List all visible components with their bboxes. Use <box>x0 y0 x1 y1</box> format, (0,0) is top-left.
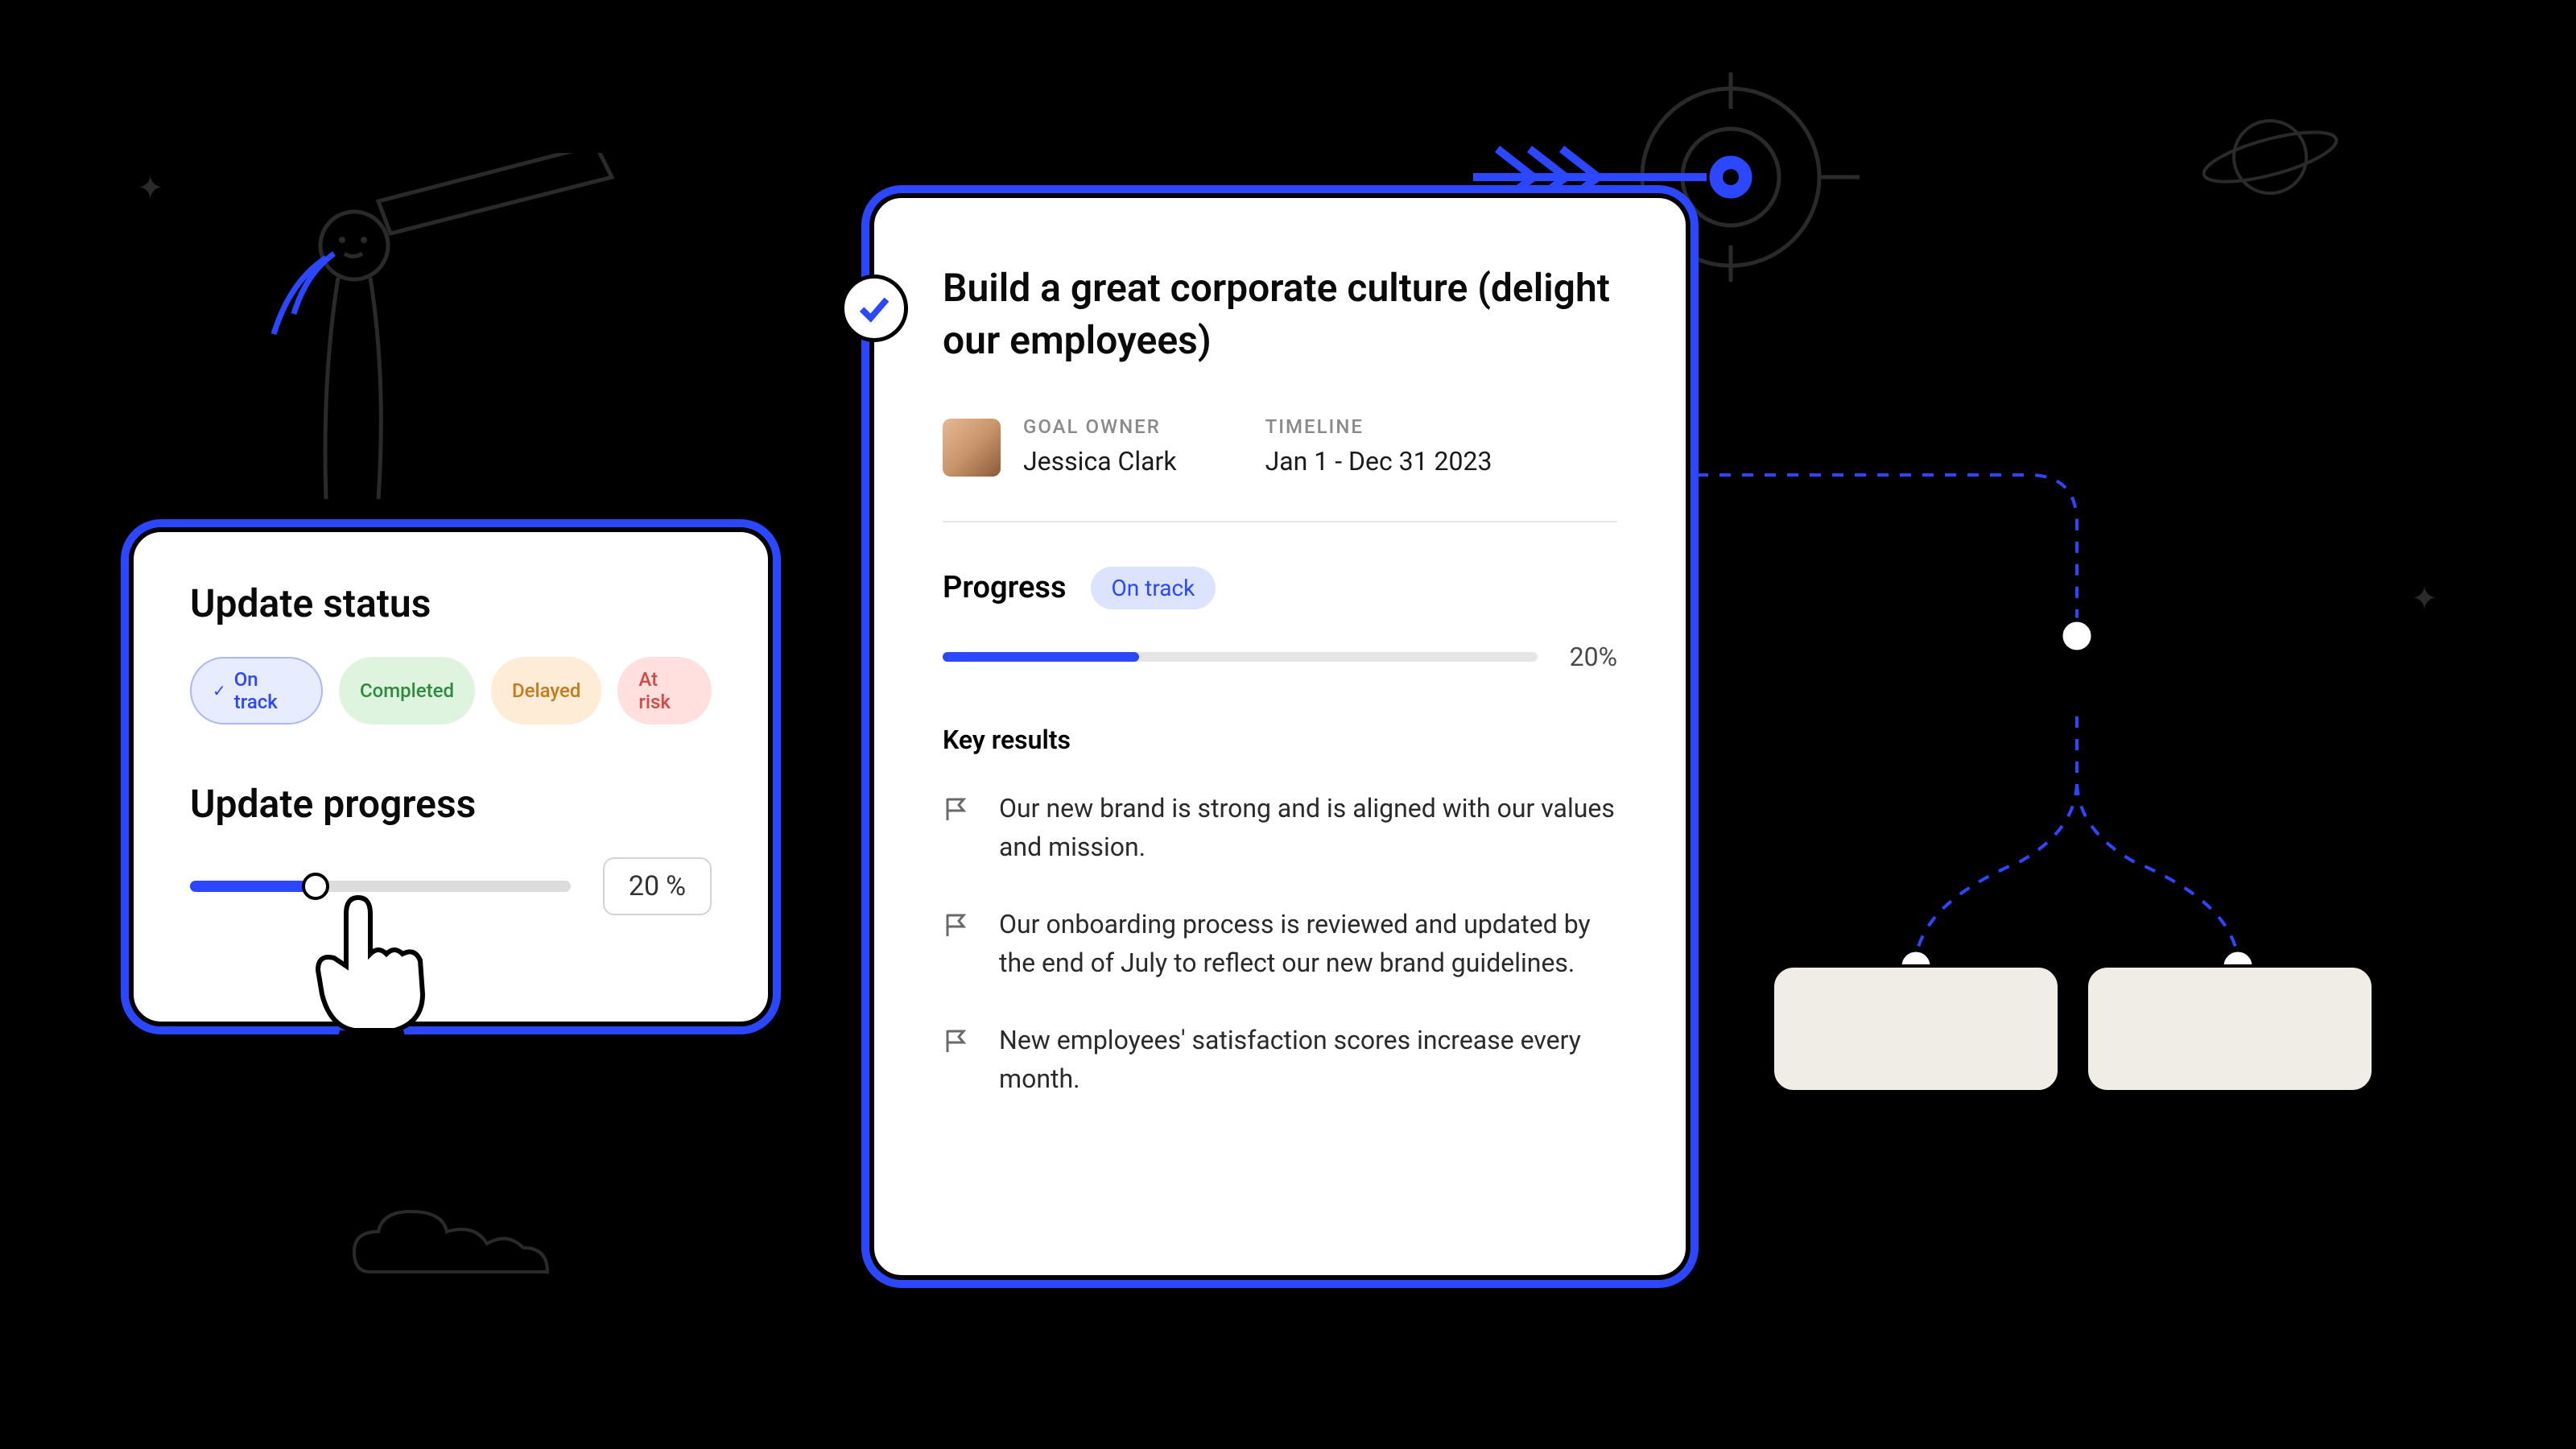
progress-unit: % <box>666 870 686 902</box>
status-pill-delayed[interactable]: Delayed <box>491 657 601 724</box>
goal-meta-row: GOAL OWNER Jessica Clark TIMELINE Jan 1 … <box>943 415 1617 522</box>
hierarchy-child-card <box>2085 964 2375 1093</box>
timeline-value: Jan 1 - Dec 31 2023 <box>1265 446 1492 477</box>
goal-check-badge <box>840 275 908 342</box>
goal-progress-percent: 20% <box>1570 642 1617 672</box>
goal-progress-bar-fill <box>943 652 1139 662</box>
goal-progress-bar <box>943 652 1538 662</box>
goal-title: Build a great corporate culture (delight… <box>943 262 1617 367</box>
timeline-label: TIMELINE <box>1265 415 1492 438</box>
key-result-item: Our onboarding process is reviewed and u… <box>943 905 1617 982</box>
progress-value: 20 <box>629 870 659 902</box>
planet-icon <box>2198 113 2343 201</box>
check-icon: ✓ <box>213 681 226 700</box>
progress-value-box[interactable]: 20% <box>603 857 712 915</box>
update-status-title: Update status <box>190 580 712 626</box>
key-result-text: Our onboarding process is reviewed and u… <box>999 905 1617 982</box>
key-result-text: Our new brand is strong and is aligned w… <box>999 789 1617 866</box>
status-pill-label: On track <box>234 668 300 713</box>
update-status-card: Update status ✓ On track Completed Delay… <box>129 527 773 1026</box>
key-results-list: Our new brand is strong and is aligned w… <box>943 789 1617 1098</box>
avatar <box>943 419 1001 477</box>
goal-owner-label: GOAL OWNER <box>1023 415 1177 438</box>
flag-icon <box>943 910 968 935</box>
status-pill-completed[interactable]: Completed <box>339 657 475 724</box>
telescope-person-icon <box>217 153 636 588</box>
hierarchy-connectors <box>1674 443 2399 1046</box>
key-result-item: New employees' satisfaction scores incre… <box>943 1021 1617 1098</box>
sparkle-icon: ✦ <box>2411 580 2438 617</box>
key-results-heading: Key results <box>943 724 1617 755</box>
key-result-text: New employees' satisfaction scores incre… <box>999 1021 1617 1098</box>
progress-status-badge: On track <box>1091 567 1216 609</box>
sparkle-icon: ✦ <box>137 169 164 207</box>
status-pill-label: At risk <box>638 668 691 713</box>
key-result-item: Our new brand is strong and is aligned w… <box>943 789 1617 866</box>
hierarchy-child-card <box>1771 964 2061 1093</box>
status-pill-group: ✓ On track Completed Delayed At risk <box>190 657 712 724</box>
status-pill-label: Completed <box>360 679 454 702</box>
status-pill-label: Delayed <box>512 679 580 702</box>
hand-cursor-icon <box>298 890 451 1051</box>
flag-icon <box>943 794 968 819</box>
flag-icon <box>943 1026 968 1051</box>
update-progress-title: Update progress <box>190 781 712 827</box>
progress-slider-fill <box>190 881 316 892</box>
goal-detail-card: Build a great corporate culture (delight… <box>869 193 1690 1280</box>
status-pill-on-track[interactable]: ✓ On track <box>190 657 323 724</box>
cloud-icon <box>346 1199 555 1288</box>
progress-heading: Progress <box>943 570 1067 605</box>
goal-owner-name: Jessica Clark <box>1023 446 1177 477</box>
status-pill-at-risk[interactable]: At risk <box>617 657 712 724</box>
